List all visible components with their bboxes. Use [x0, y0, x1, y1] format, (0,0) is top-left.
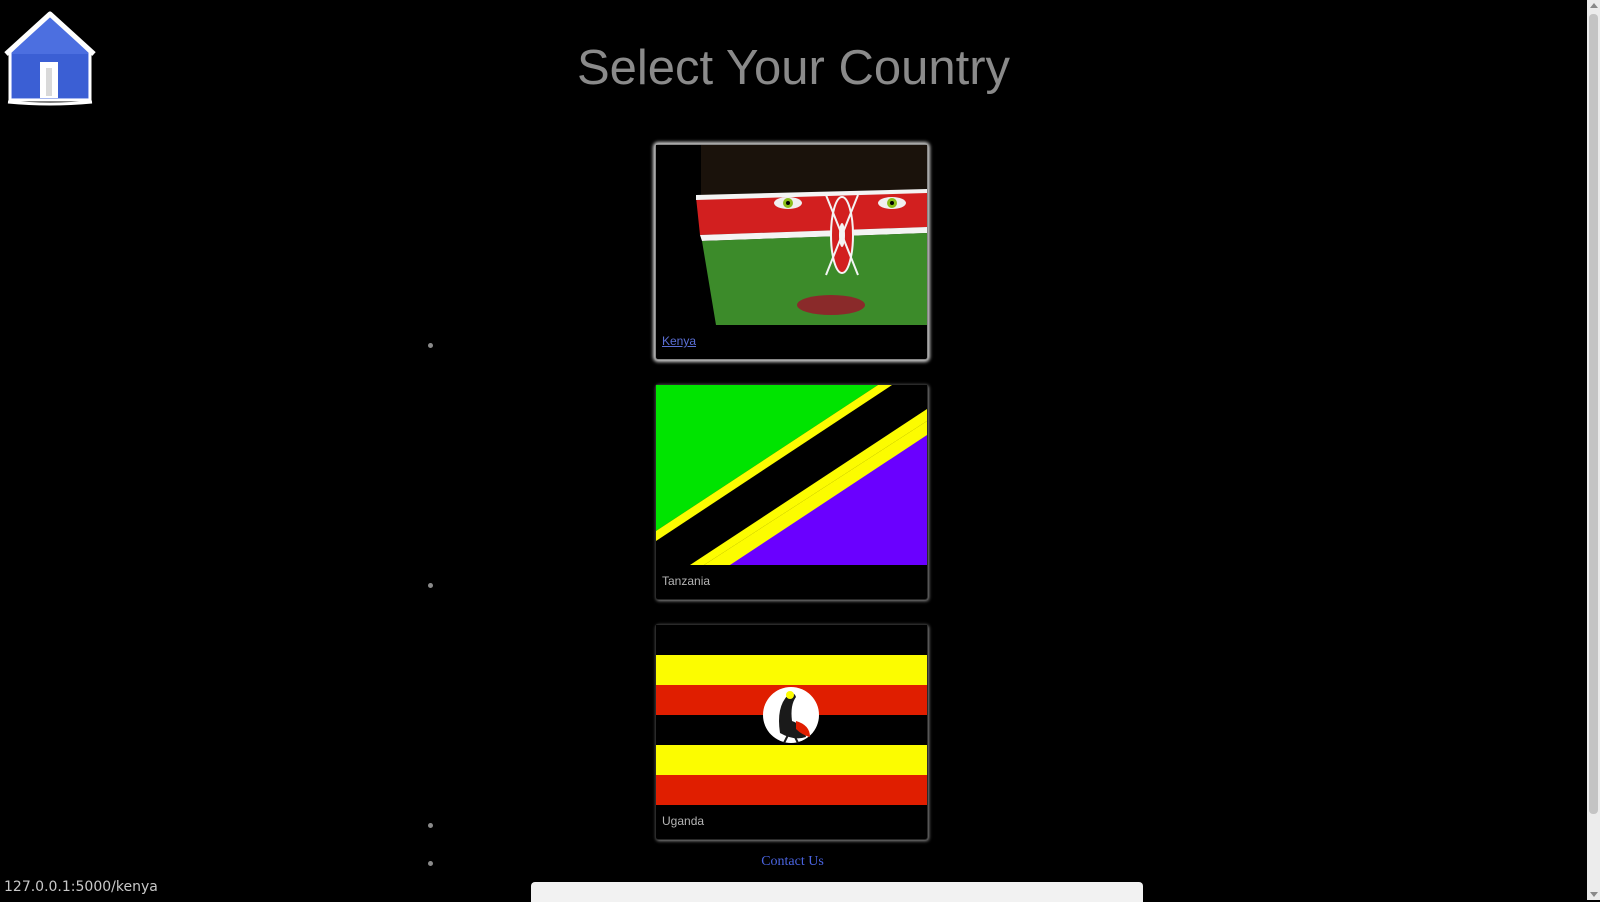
tanzania-flag-image: [656, 385, 927, 565]
list-bullet: [428, 823, 433, 828]
list-bullet: [428, 861, 433, 866]
country-label-tanzania: Tanzania: [662, 574, 711, 588]
country-label-kenya[interactable]: Kenya: [662, 334, 696, 348]
country-card-tanzania[interactable]: Tanzania: [655, 384, 928, 600]
bottom-panel: [531, 882, 1143, 902]
uganda-flag-image: [656, 625, 927, 805]
country-label-uganda: Uganda: [662, 814, 705, 828]
status-bar-url: 127.0.0.1:5000/kenya: [0, 875, 166, 900]
vertical-scrollbar[interactable]: [1587, 0, 1600, 900]
list-bullet: [428, 583, 433, 588]
scroll-up-icon[interactable]: [1590, 3, 1598, 8]
country-card-kenya[interactable]: Kenya: [655, 144, 928, 360]
scroll-down-icon[interactable]: [1590, 892, 1598, 897]
page-title: Select Your Country: [576, 41, 1011, 95]
list-bullet: [428, 343, 433, 348]
contact-us-link[interactable]: Contact Us: [700, 854, 885, 870]
kenya-flag-face-image: [656, 145, 927, 325]
scroll-thumb[interactable]: [1589, 14, 1598, 814]
country-card-uganda[interactable]: Uganda: [655, 624, 928, 840]
